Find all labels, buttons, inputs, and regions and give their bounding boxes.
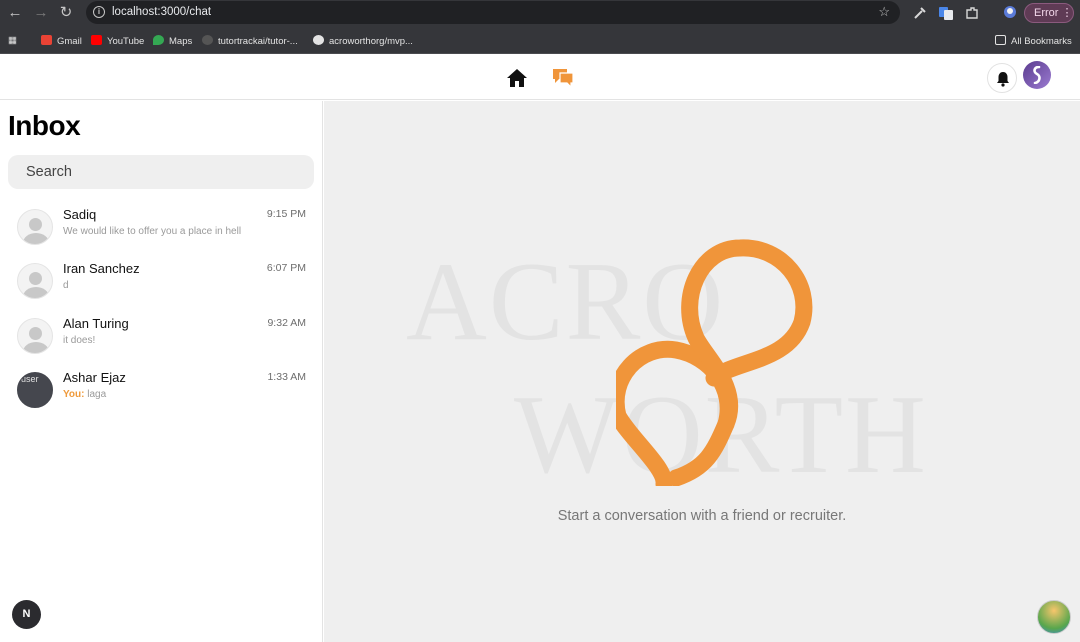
conversation-preview: d [63, 280, 69, 291]
conversation-name: Iran Sanchez [63, 261, 140, 276]
bell-icon [997, 72, 1009, 87]
conversation-time: 9:32 AM [267, 317, 306, 329]
preview-text: laga [87, 389, 107, 400]
eyedropper-extension-icon[interactable] [912, 5, 928, 21]
conversation-name: Alan Turing [63, 316, 129, 331]
bookmark-maps[interactable]: Maps [153, 35, 192, 47]
avatar [17, 318, 53, 354]
translate-extension-icon[interactable] [938, 5, 954, 21]
conversation-time: 1:33 AM [267, 371, 306, 383]
extensions-puzzle-icon[interactable] [964, 5, 980, 21]
forward-icon[interactable]: → [32, 4, 50, 22]
avatar: user [17, 372, 53, 408]
empty-state-message: Start a conversation with a friend or re… [557, 508, 847, 524]
broken-image-alt: user [21, 374, 39, 384]
profile-error-button[interactable]: Error ⋮ [1024, 3, 1074, 23]
github-icon [313, 35, 324, 45]
back-icon[interactable]: ← [6, 4, 24, 22]
conversation-name: Sadiq [63, 207, 97, 222]
chat-icon[interactable] [551, 67, 575, 89]
chat-empty-state: ACRO WORTH Start a conversation with a f… [324, 101, 1080, 642]
inbox-title: Inbox [8, 110, 81, 141]
folder-icon [995, 35, 1006, 45]
search-input[interactable] [8, 155, 314, 189]
inbox-sidebar: Inbox Sadiq 9:15 PM We would like to off… [0, 101, 323, 642]
you-label: You: [63, 389, 85, 400]
nextjs-dev-badge[interactable]: N [12, 600, 41, 629]
bookmark-acroworthorg[interactable]: acroworthorg/mvp... [313, 35, 413, 47]
acroworth-logo [616, 239, 813, 486]
gmail-icon [41, 35, 52, 45]
avatar-logo-icon [1033, 66, 1041, 84]
apps-grid-icon[interactable]: ▦ [8, 35, 17, 46]
bookmark-star-icon[interactable]: ☆ [878, 4, 890, 20]
conversation-time: 9:15 PM [266, 208, 306, 220]
conversation-item[interactable]: Sadiq 9:15 PM We would like to offer you… [8, 205, 314, 253]
conversation-preview: We would like to offer you a place in he… [63, 226, 242, 237]
conversation-preview: it does! [63, 335, 96, 346]
bookmark-tutortrackai[interactable]: tutortrackai/tutor-... [202, 35, 298, 47]
url-text[interactable]: localhost:3000/chat [112, 6, 211, 18]
address-bar[interactable]: i localhost:3000/chat ☆ [86, 1, 900, 24]
corner-avatar[interactable] [1037, 600, 1071, 634]
bookmark-gmail[interactable]: Gmail [41, 35, 82, 47]
bookmarks-bar: ▦ Gmail YouTube Maps tutortrackai/tutor-… [0, 26, 1080, 54]
app-header [0, 54, 1080, 100]
home-icon[interactable] [506, 67, 528, 89]
youtube-icon [91, 35, 102, 45]
conversation-item[interactable]: Alan Turing 9:32 AM it does! [8, 314, 314, 362]
bookmark-youtube[interactable]: YouTube [91, 35, 144, 47]
site-info-icon[interactable]: i [93, 6, 105, 18]
all-bookmarks[interactable]: All Bookmarks [995, 35, 1072, 47]
conversation-item[interactable]: Iran Sanchez 6:07 PM d [8, 259, 314, 307]
conversation-time: 6:07 PM [266, 262, 306, 274]
github-icon [202, 35, 213, 45]
maps-icon [153, 35, 164, 45]
browser-toolbar: ← → ↻ i localhost:3000/chat ☆ Error ⋮ [0, 0, 1080, 26]
reload-icon[interactable]: ↻ [57, 4, 75, 22]
conversation-name: Ashar Ejaz [63, 370, 126, 385]
conversation-preview: You: laga [63, 389, 106, 400]
notifications-button[interactable] [987, 63, 1017, 93]
profile-extension-icon[interactable] [1002, 5, 1018, 21]
conversation-item[interactable]: user Ashar Ejaz 1:33 AM You: laga [8, 368, 314, 416]
avatar [17, 209, 53, 245]
user-avatar[interactable] [1023, 61, 1051, 89]
avatar [17, 263, 53, 299]
